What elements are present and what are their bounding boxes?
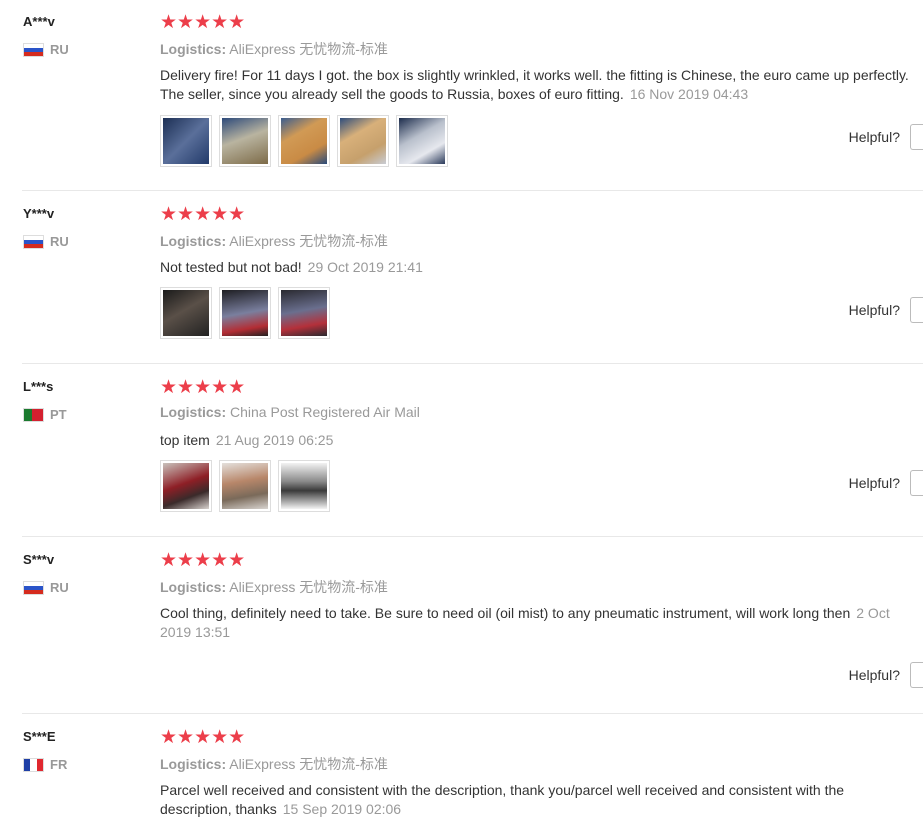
helpful-label: Helpful? [848, 667, 900, 683]
logistics-label: Logistics: [160, 41, 227, 57]
reviewer-name: Y***v [23, 206, 55, 221]
review-date: 16 Nov 2019 04:43 [629, 86, 749, 102]
review-item: A***v RU ★★★★★ Logistics: AliExpress 无忧物… [22, 0, 923, 191]
review-photo[interactable] [160, 460, 212, 512]
reviewer-country: RU [23, 580, 69, 595]
rating-stars: ★★★★★ [160, 727, 246, 748]
review-text: Delivery fire! For 11 days I got. the bo… [160, 66, 920, 104]
russia-flag-icon [23, 580, 44, 595]
review-photo[interactable] [160, 287, 212, 339]
logistics-info: Logistics: AliExpress 无忧物流-标准 [160, 231, 388, 251]
review-photo[interactable] [278, 460, 330, 512]
review-photo[interactable] [160, 115, 212, 167]
country-code: FR [50, 757, 68, 772]
helpful-control: Helpful? [849, 124, 923, 150]
helpful-button[interactable] [910, 297, 923, 323]
review-item: Y***v RU ★★★★★ Logistics: AliExpress 无忧物… [22, 191, 923, 364]
review-date: 29 Oct 2019 21:41 [307, 259, 423, 275]
logistics-value: AliExpress 无忧物流-标准 [229, 41, 388, 57]
helpful-button[interactable] [910, 124, 923, 150]
logistics-info: Logistics: China Post Registered Air Mai… [160, 404, 420, 420]
review-date: 15 Sep 2019 02:06 [282, 801, 402, 817]
review-photos [160, 115, 448, 167]
logistics-value: AliExpress 无忧物流-标准 [229, 756, 388, 772]
reviewer-country: RU [23, 234, 69, 249]
reviewer-country: PT [23, 407, 67, 422]
helpful-control: Helpful? [849, 662, 923, 688]
review-photo[interactable] [278, 287, 330, 339]
country-code: RU [50, 42, 69, 57]
rating-stars: ★★★★★ [160, 550, 246, 571]
russia-flag-icon [23, 234, 44, 249]
review-photos [160, 460, 330, 512]
review-photo[interactable] [219, 460, 271, 512]
france-flag-icon [23, 757, 44, 772]
logistics-label: Logistics: [160, 404, 227, 420]
review-item: S***E FR ★★★★★ Logistics: AliExpress 无忧物… [22, 714, 923, 830]
review-text: Not tested but not bad! 29 Oct 2019 21:41 [160, 258, 920, 277]
review-body: Delivery fire! For 11 days I got. the bo… [160, 67, 909, 102]
review-photo[interactable] [219, 115, 271, 167]
review-photo[interactable] [337, 115, 389, 167]
logistics-label: Logistics: [160, 756, 227, 772]
rating-stars: ★★★★★ [160, 12, 246, 33]
rating-stars: ★★★★★ [160, 377, 246, 398]
helpful-button[interactable] [910, 662, 923, 688]
review-photo[interactable] [278, 115, 330, 167]
helpful-label: Helpful? [848, 475, 900, 491]
russia-flag-icon [23, 42, 44, 57]
helpful-button[interactable] [910, 470, 923, 496]
logistics-value: AliExpress 无忧物流-标准 [229, 233, 388, 249]
review-item: L***s PT ★★★★★ Logistics: China Post Reg… [22, 364, 923, 537]
review-text: Parcel well received and consistent with… [160, 781, 905, 819]
country-code: PT [50, 407, 67, 422]
portugal-flag-icon [23, 407, 44, 422]
logistics-value: China Post Registered Air Mail [230, 404, 420, 420]
review-text: top item 21 Aug 2019 06:25 [160, 431, 920, 450]
review-item: S***v RU ★★★★★ Logistics: AliExpress 无忧物… [22, 537, 923, 714]
review-body: Cool thing, definitely need to take. Be … [160, 605, 851, 621]
review-body: Parcel well received and consistent with… [160, 782, 845, 817]
country-code: RU [50, 234, 69, 249]
logistics-info: Logistics: AliExpress 无忧物流-标准 [160, 39, 388, 59]
review-photo[interactable] [396, 115, 448, 167]
reviewer-name: L***s [23, 379, 54, 394]
rating-stars: ★★★★★ [160, 204, 246, 225]
review-text: Cool thing, definitely need to take. Be … [160, 604, 915, 642]
logistics-label: Logistics: [160, 579, 227, 595]
logistics-value: AliExpress 无忧物流-标准 [229, 579, 388, 595]
logistics-label: Logistics: [160, 233, 227, 249]
logistics-info: Logistics: AliExpress 无忧物流-标准 [160, 577, 388, 597]
review-photo[interactable] [219, 287, 271, 339]
reviewer-name: S***v [23, 552, 55, 567]
reviewer-country: FR [23, 757, 67, 772]
review-body: top item [160, 432, 210, 448]
helpful-label: Helpful? [848, 129, 900, 145]
reviewer-name: S***E [23, 729, 56, 744]
reviewer-country: RU [23, 42, 69, 57]
country-code: RU [50, 580, 69, 595]
review-body: Not tested but not bad! [160, 259, 302, 275]
reviewer-name: A***v [23, 14, 55, 29]
helpful-control: Helpful? [849, 297, 923, 323]
helpful-control: Helpful? [849, 470, 923, 496]
review-photos [160, 287, 330, 339]
logistics-info: Logistics: AliExpress 无忧物流-标准 [160, 754, 388, 774]
helpful-label: Helpful? [848, 302, 900, 318]
review-date: 21 Aug 2019 06:25 [215, 432, 334, 448]
